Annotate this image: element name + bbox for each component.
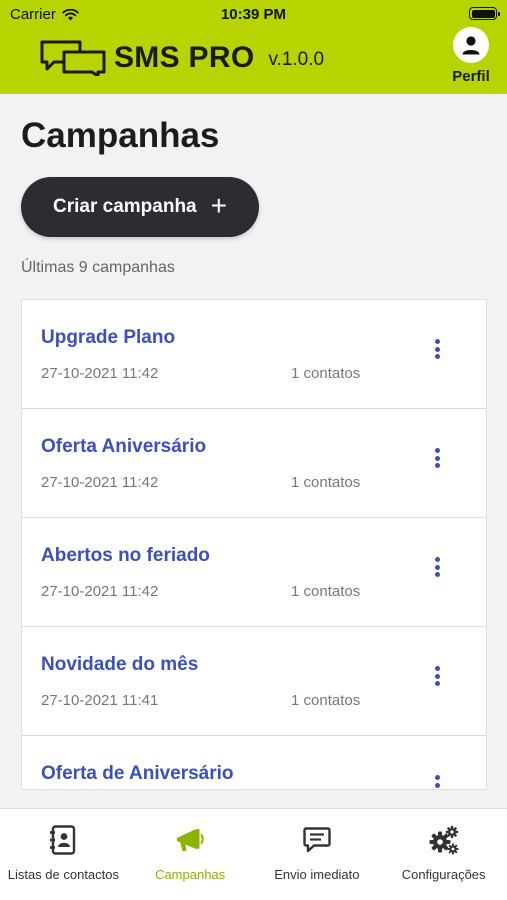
more-options-icon[interactable] (427, 773, 447, 789)
avatar (453, 27, 489, 63)
app-logo: SMS PRO v.1.0.0 (40, 40, 324, 76)
campaign-date: 27-10-2021 11:42 (41, 474, 159, 491)
user-icon (462, 36, 480, 55)
status-time: 10:39 PM (220, 6, 287, 23)
campaign-contacts: 1 contatos (291, 474, 361, 491)
app-version: v.1.0.0 (268, 49, 325, 70)
campaign-name[interactable]: Abertos no feriado (41, 545, 210, 567)
battery-icon (469, 7, 500, 20)
campaign-row[interactable]: Oferta de Aniversário (22, 736, 486, 789)
chat-bubbles-logo-icon (40, 40, 106, 76)
tab-label: Listas de contactos (7, 867, 120, 882)
campaign-name[interactable]: Upgrade Plano (41, 327, 175, 349)
campaign-row[interactable]: Oferta Aniversário 27-10-2021 11:42 1 co… (22, 409, 486, 518)
bottom-tab-bar: Listas de contactos Campanhas Envio imed… (0, 808, 507, 900)
campaign-contacts: 1 contatos (291, 583, 361, 600)
brand-name: SMS PRO (114, 41, 255, 74)
campaign-row[interactable]: Upgrade Plano 27-10-2021 11:42 1 contato… (22, 300, 486, 409)
more-options-icon[interactable] (427, 446, 447, 470)
profile-label: Perfil (452, 68, 490, 85)
tab-settings[interactable]: Configurações (380, 809, 507, 900)
app-header: Carrier 10:39 PM SMS PRO v.1.0.0 Perfil (0, 0, 507, 94)
create-campaign-button[interactable]: Criar campanha + (21, 177, 259, 237)
plus-icon: + (210, 190, 227, 221)
contacts-book-icon (50, 825, 76, 855)
campaign-row[interactable]: Abertos no feriado 27-10-2021 11:42 1 co… (22, 518, 486, 627)
more-options-icon[interactable] (427, 555, 447, 579)
campaign-name[interactable]: Novidade do mês (41, 654, 198, 676)
campaign-name[interactable]: Oferta Aniversário (41, 436, 206, 458)
gears-icon (429, 825, 459, 855)
profile-button[interactable]: Perfil (447, 27, 495, 85)
more-options-icon[interactable] (427, 337, 447, 361)
campaign-date: 27-10-2021 11:41 (41, 692, 159, 709)
campaign-list[interactable]: Upgrade Plano 27-10-2021 11:42 1 contato… (21, 299, 487, 790)
campaign-date: 27-10-2021 11:42 (41, 365, 159, 382)
campaign-contacts: 1 contatos (291, 692, 361, 709)
more-options-icon[interactable] (427, 664, 447, 688)
tab-campaigns[interactable]: Campanhas (127, 809, 254, 900)
campaign-name[interactable]: Oferta de Aniversário (41, 763, 234, 785)
tab-label: Campanhas (155, 867, 226, 882)
status-bar: Carrier 10:39 PM (0, 0, 507, 28)
campaigns-count-label: Últimas 9 campanhas (21, 259, 175, 276)
tab-instant-send[interactable]: Envio imediato (254, 809, 381, 900)
megaphone-icon (177, 829, 204, 851)
message-icon (303, 827, 331, 853)
create-campaign-label: Criar campanha (53, 196, 197, 217)
tab-label: Envio imediato (274, 867, 360, 882)
page-title: Campanhas (21, 116, 220, 155)
tab-label: Configurações (401, 867, 486, 882)
campaign-date: 27-10-2021 11:42 (41, 583, 159, 600)
tab-contact-lists[interactable]: Listas de contactos (0, 809, 127, 900)
campaign-row[interactable]: Novidade do mês 27-10-2021 11:41 1 conta… (22, 627, 486, 736)
campaign-contacts: 1 contatos (291, 365, 361, 382)
